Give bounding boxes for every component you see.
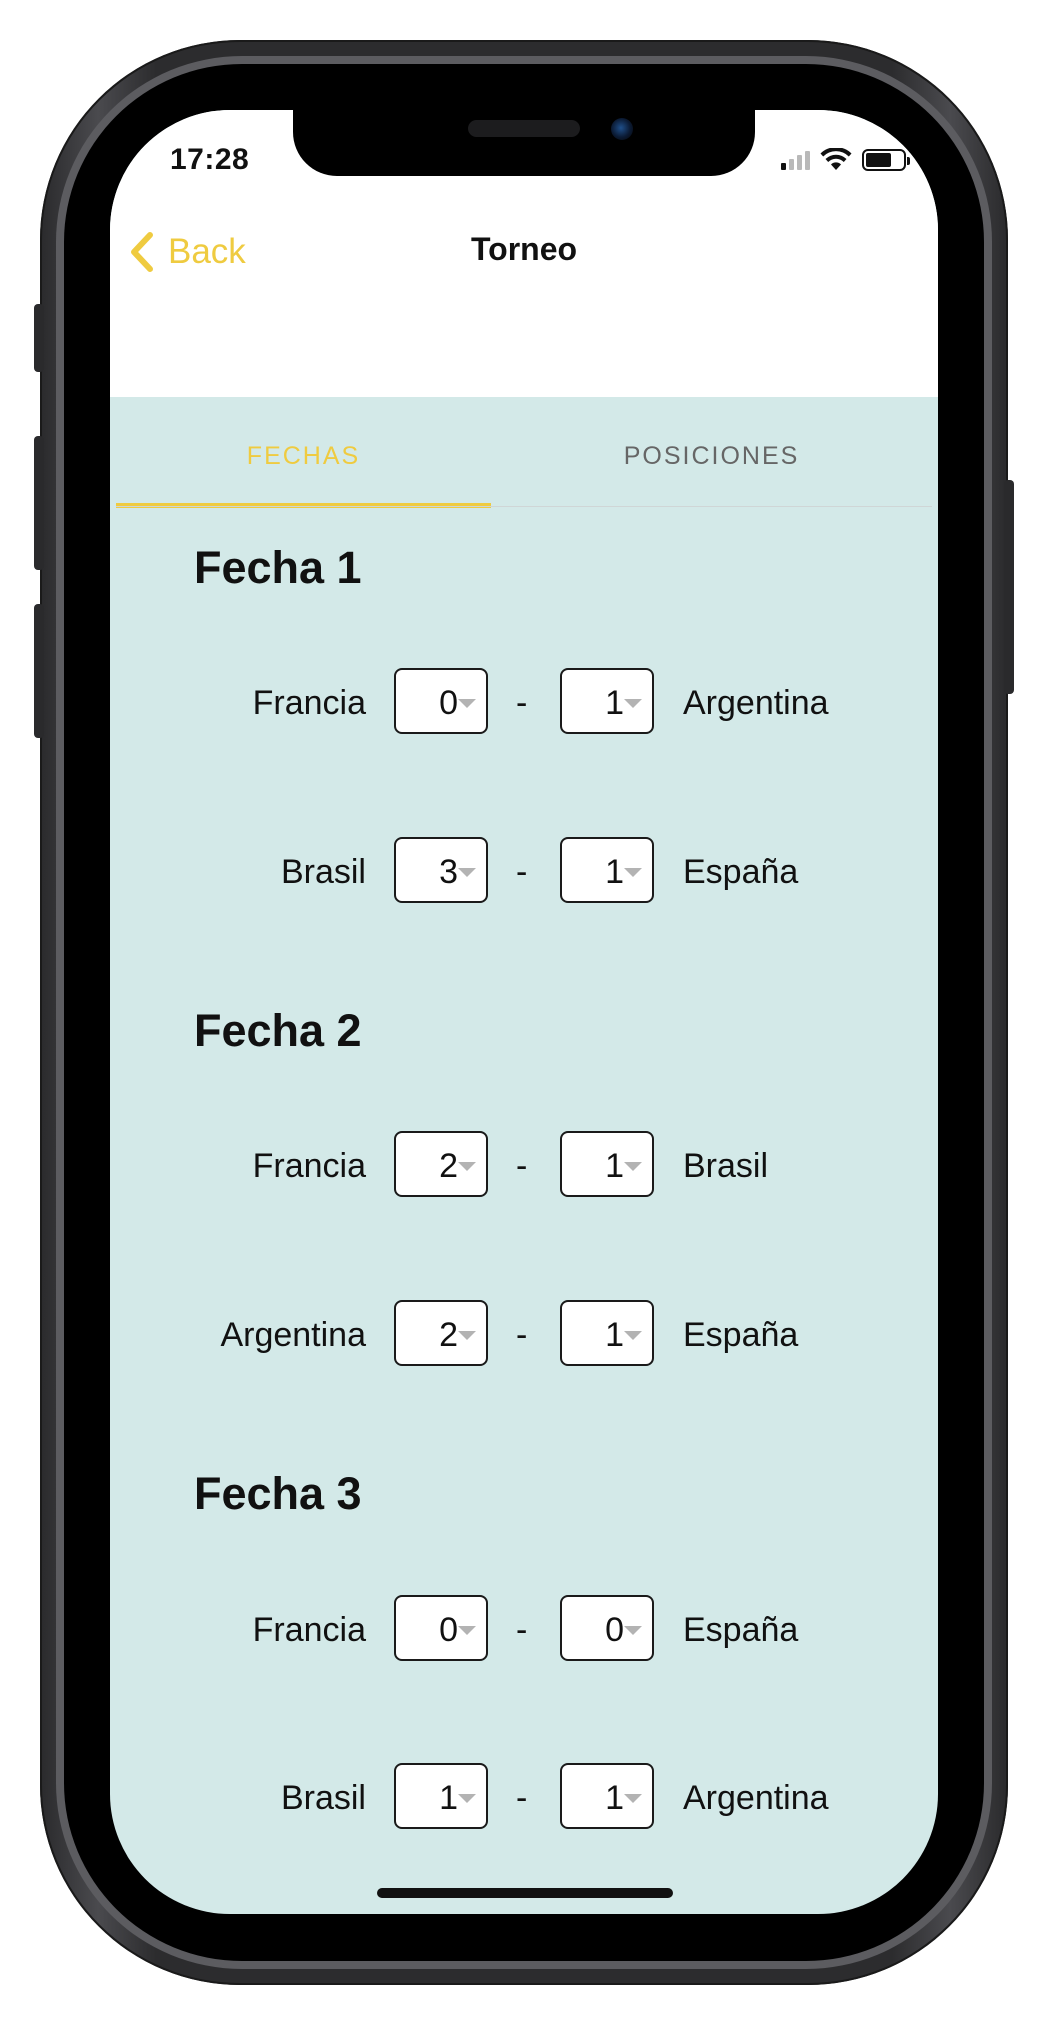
score-separator: - <box>516 684 528 722</box>
match-row: Brasil 3 - 1 España <box>110 837 938 907</box>
volume-down-button <box>34 604 44 738</box>
fecha-title: Fecha 3 <box>194 1468 362 1519</box>
score-value: 0 <box>605 1611 624 1649</box>
tab-fechas[interactable]: FECHAS <box>116 400 491 508</box>
match-row: Francia 0 - 0 España <box>110 1595 938 1665</box>
fecha-title: Fecha 1 <box>194 542 362 593</box>
fecha-title: Fecha 2 <box>194 1005 362 1056</box>
home-team: Brasil <box>280 853 366 891</box>
away-score-select[interactable]: 1 <box>560 1131 654 1197</box>
away-score-select[interactable]: 1 <box>560 837 654 903</box>
score-separator: - <box>516 1611 528 1649</box>
score-value: 0 <box>439 684 458 722</box>
score-value: 1 <box>605 684 624 722</box>
away-team: Brasil <box>683 1147 769 1185</box>
home-score-select[interactable]: 2 <box>394 1131 488 1197</box>
home-team: Francia <box>252 1611 366 1649</box>
speaker-grille <box>468 120 580 137</box>
match-row: Francia 2 - 1 Brasil <box>110 1131 938 1201</box>
dropdown-caret-icon <box>624 1626 642 1635</box>
home-score-select[interactable]: 2 <box>394 1300 488 1366</box>
tab-bar: FECHAS POSICIONES <box>116 400 932 508</box>
away-score-select[interactable]: 1 <box>560 1300 654 1366</box>
home-team: Francia <box>252 1147 366 1185</box>
score-value: 3 <box>439 853 458 891</box>
away-team: Argentina <box>683 684 829 722</box>
score-value: 1 <box>605 1779 624 1817</box>
score-value: 2 <box>439 1316 458 1354</box>
page-title: Torneo <box>470 231 578 267</box>
dropdown-caret-icon <box>624 1162 642 1171</box>
score-value: 2 <box>439 1147 458 1185</box>
battery-icon <box>862 149 910 171</box>
score-separator: - <box>516 1779 528 1817</box>
dropdown-caret-icon <box>458 699 476 708</box>
away-team: Argentina <box>683 1779 829 1817</box>
mute-switch <box>34 304 44 372</box>
dropdown-caret-icon <box>624 868 642 877</box>
score-value: 1 <box>605 853 624 891</box>
away-team: España <box>683 1611 799 1649</box>
score-value: 1 <box>605 1316 624 1354</box>
home-score-select[interactable]: 1 <box>394 1763 488 1829</box>
front-camera-icon <box>611 118 633 140</box>
home-indicator[interactable] <box>377 1888 673 1898</box>
away-score-select[interactable]: 1 <box>560 668 654 734</box>
away-team: España <box>683 1316 799 1354</box>
score-separator: - <box>516 1147 528 1185</box>
dropdown-caret-icon <box>624 1331 642 1340</box>
status-icons <box>781 148 910 172</box>
dropdown-caret-icon <box>458 1626 476 1635</box>
match-row: Brasil 1 - 1 Argentina <box>110 1763 938 1833</box>
score-value: 1 <box>439 1779 458 1817</box>
away-score-select[interactable]: 0 <box>560 1595 654 1661</box>
wifi-icon <box>820 148 852 170</box>
home-score-select[interactable]: 0 <box>394 1595 488 1661</box>
home-score-select[interactable]: 3 <box>394 837 488 903</box>
dropdown-caret-icon <box>458 1331 476 1340</box>
dropdown-caret-icon <box>458 868 476 877</box>
cellular-signal-icon <box>781 150 810 170</box>
score-separator: - <box>516 853 528 891</box>
home-team: Brasil <box>280 1779 366 1817</box>
dropdown-caret-icon <box>624 699 642 708</box>
match-row: Francia 0 - 1 Argentina <box>110 668 938 738</box>
score-value: 0 <box>439 1611 458 1649</box>
dropdown-caret-icon <box>624 1794 642 1803</box>
away-team: España <box>683 853 799 891</box>
volume-up-button <box>34 436 44 570</box>
app-screen: 17:28 Back Torneo FECHAS POSICIONES Fech… <box>110 110 938 1914</box>
home-team: Francia <box>252 684 366 722</box>
power-button <box>1004 480 1014 694</box>
tab-divider <box>116 506 932 507</box>
match-row: Argentina 2 - 1 España <box>110 1300 938 1370</box>
score-value: 1 <box>605 1147 624 1185</box>
tab-posiciones[interactable]: POSICIONES <box>491 400 932 507</box>
dropdown-caret-icon <box>458 1162 476 1171</box>
score-separator: - <box>516 1316 528 1354</box>
home-score-select[interactable]: 0 <box>394 668 488 734</box>
status-time: 17:28 <box>170 143 250 176</box>
dropdown-caret-icon <box>458 1794 476 1803</box>
away-score-select[interactable]: 1 <box>560 1763 654 1829</box>
notch <box>293 110 755 176</box>
home-team: Argentina <box>220 1316 366 1354</box>
